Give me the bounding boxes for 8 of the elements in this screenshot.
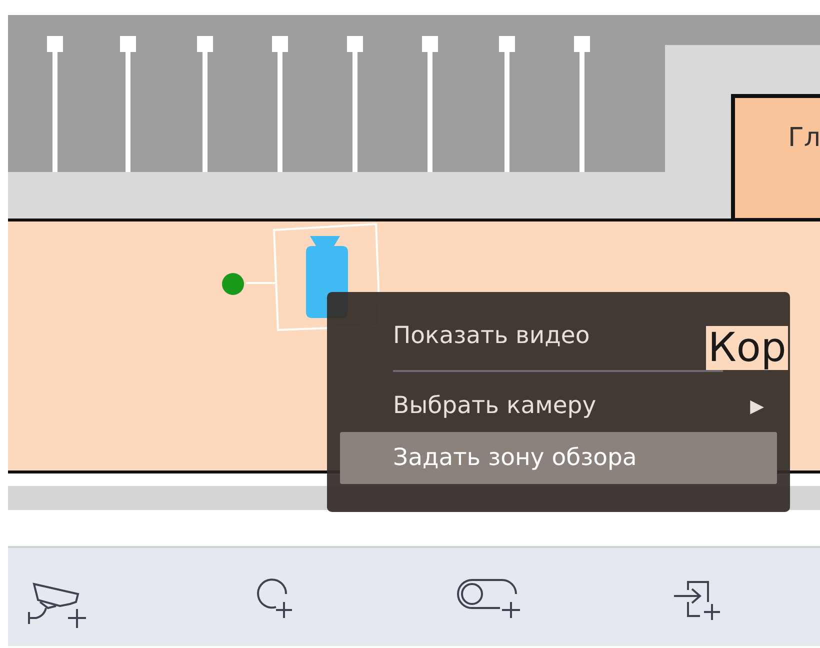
menu-item[interactable]: Показать видео xyxy=(340,310,603,362)
submenu-arrow-icon: ▶ xyxy=(750,392,764,420)
status-dot xyxy=(222,273,244,295)
menu-item[interactable]: Выбрать камеру ▶ xyxy=(340,380,777,432)
corridor-label: Кор xyxy=(706,326,788,370)
add-shape-icon[interactable] xyxy=(454,576,522,620)
room-label: Гл xyxy=(788,123,820,153)
menu-item[interactable]: Задать зону обзора xyxy=(340,432,777,484)
